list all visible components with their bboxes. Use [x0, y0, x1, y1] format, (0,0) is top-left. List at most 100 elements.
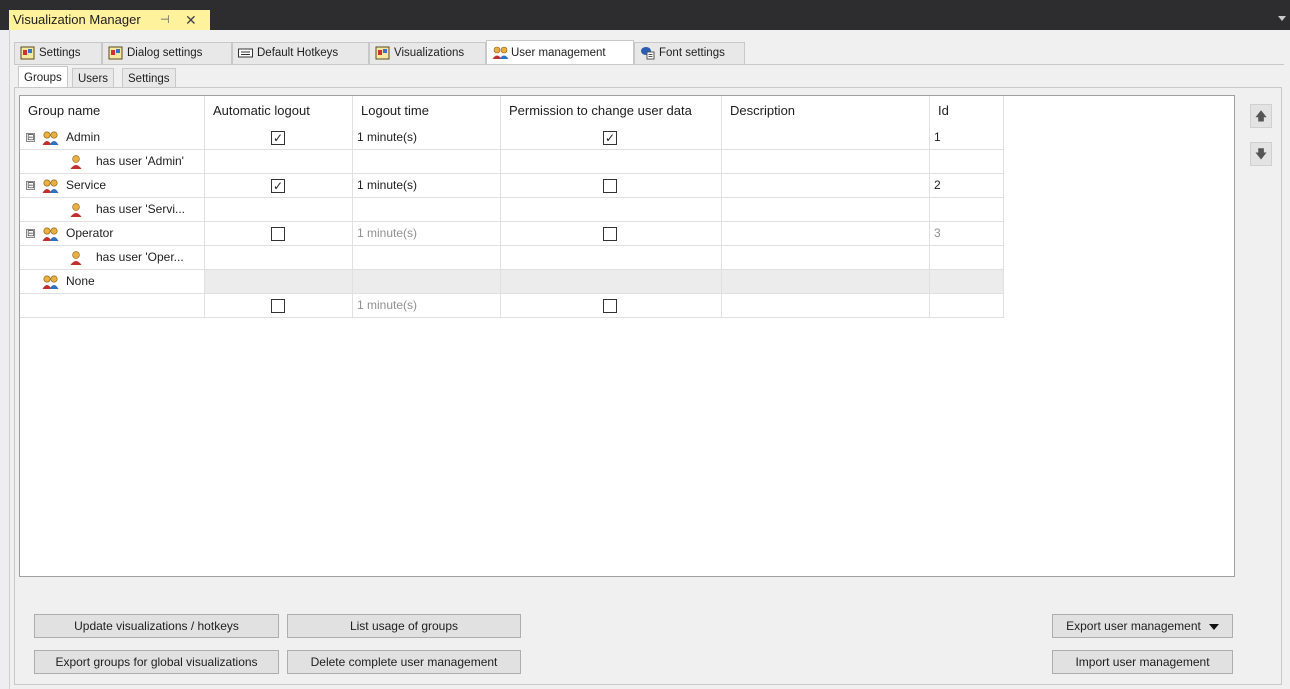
empty-cell: [205, 246, 353, 270]
empty-cell: [353, 270, 501, 294]
description-cell[interactable]: [722, 174, 930, 198]
tab-dialog-settings[interactable]: Dialog settings: [102, 42, 232, 64]
empty-cell: [501, 150, 722, 174]
logout-time-cell[interactable]: 1 minute(s): [353, 126, 501, 150]
empty-cell: [353, 198, 501, 222]
update-visualizations-button[interactable]: Update visualizations / hotkeys: [34, 614, 279, 638]
tab-user-management[interactable]: User management: [486, 40, 634, 64]
member-user-cell: has user 'Oper...: [20, 246, 205, 270]
collapse-icon[interactable]: ⊟: [26, 181, 35, 190]
description-cell[interactable]: [722, 222, 930, 246]
permission-cell: [501, 222, 722, 246]
automatic-logout-cell: ✓: [205, 174, 353, 198]
column-header-id[interactable]: Id: [930, 96, 1004, 126]
table-row-group-operator[interactable]: ⊟ Operator 1 minute(s) 3: [20, 222, 1004, 246]
group-name-cell[interactable]: ⊟ Operator: [20, 222, 205, 246]
logout-time-cell[interactable]: 1 minute(s): [353, 174, 501, 198]
table-row-new-group[interactable]: 1 minute(s): [20, 294, 1004, 318]
subtab-settings[interactable]: Settings: [122, 68, 176, 88]
column-header-permission[interactable]: Permission to change user data: [501, 96, 722, 126]
tab-settings[interactable]: Settings: [14, 42, 102, 64]
visualizations-icon: [375, 46, 390, 60]
empty-cell: [353, 246, 501, 270]
groups-table[interactable]: Group name Automatic logout Logout time …: [19, 95, 1235, 577]
group-name: Admin: [66, 130, 101, 144]
tab-font-settings[interactable]: Font settings: [634, 42, 745, 64]
automatic-logout-cell: [205, 294, 353, 318]
group-name-cell[interactable]: ⊟ Admin: [20, 126, 205, 150]
empty-cell: [722, 150, 930, 174]
subtab-users[interactable]: Users: [72, 68, 115, 88]
subtab-groups[interactable]: Groups: [18, 66, 68, 88]
user-group-icon: [42, 179, 59, 193]
tab-default-hotkeys[interactable]: Default Hotkeys: [232, 42, 369, 64]
member-user-label: has user 'Oper...: [96, 250, 184, 264]
pin-icon[interactable]: ⊣: [160, 10, 170, 30]
empty-cell: [205, 150, 353, 174]
empty-cell: [930, 246, 1004, 270]
tab-visualizations[interactable]: Visualizations: [369, 42, 486, 64]
empty-cell: [930, 150, 1004, 174]
tab-label: Visualizations: [394, 47, 465, 59]
move-up-button[interactable]: 🡅: [1250, 104, 1272, 128]
document-tab-title: Visualization Manager: [13, 12, 141, 27]
table-header: Group name Automatic logout Logout time …: [20, 96, 1004, 126]
table-row-group-service[interactable]: ⊟ Service ✓ 1 minute(s) 2: [20, 174, 1004, 198]
table-row-user[interactable]: has user 'Oper...: [20, 246, 1004, 270]
logout-time-cell[interactable]: 1 minute(s): [353, 294, 501, 318]
tab-strip-baseline: [14, 64, 1284, 65]
automatic-logout-checkbox[interactable]: ✓: [271, 179, 285, 193]
permission-cell: [501, 174, 722, 198]
automatic-logout-checkbox[interactable]: ✓: [271, 131, 285, 145]
group-name-cell[interactable]: None: [20, 270, 205, 294]
window-menu-dropdown-icon[interactable]: [1278, 16, 1286, 21]
table-row-user[interactable]: has user 'Admin': [20, 150, 1004, 174]
empty-cell: [353, 150, 501, 174]
table-row-group-none[interactable]: None: [20, 270, 1004, 294]
collapse-icon[interactable]: ⊟: [26, 229, 35, 238]
export-groups-button[interactable]: Export groups for global visualizations: [34, 650, 279, 674]
user-group-icon: [492, 46, 509, 59]
collapse-icon[interactable]: ⊟: [26, 133, 35, 142]
column-header-logout-time[interactable]: Logout time: [353, 96, 501, 126]
empty-cell: [722, 198, 930, 222]
document-tab-visualization-manager[interactable]: Visualization Manager ⊣ ✕: [9, 10, 210, 30]
export-user-management-label: Export user management: [1066, 619, 1201, 633]
column-header-automatic-logout[interactable]: Automatic logout: [205, 96, 353, 126]
column-header-group-name[interactable]: Group name: [20, 96, 205, 126]
delete-user-management-button[interactable]: Delete complete user management: [287, 650, 521, 674]
logout-time-cell[interactable]: 1 minute(s): [353, 222, 501, 246]
table-row-user[interactable]: has user 'Servi...: [20, 198, 1004, 222]
group-name: Service: [66, 178, 107, 192]
new-group-name-cell[interactable]: [20, 294, 205, 318]
member-user-cell: has user 'Admin': [20, 150, 205, 174]
group-name: Operator: [66, 226, 114, 240]
group-name-cell[interactable]: ⊟ Service: [20, 174, 205, 198]
description-cell[interactable]: [722, 126, 930, 150]
empty-cell: [501, 270, 722, 294]
export-user-management-button[interactable]: Export user management: [1052, 614, 1233, 638]
empty-cell: [501, 198, 722, 222]
permission-checkbox[interactable]: [603, 299, 617, 313]
empty-cell: [722, 246, 930, 270]
permission-checkbox[interactable]: ✓: [603, 131, 617, 145]
keyboard-icon: [238, 48, 253, 58]
move-down-button[interactable]: 🡇: [1250, 142, 1272, 166]
tab-label: Dialog settings: [127, 47, 203, 59]
automatic-logout-checkbox[interactable]: [271, 227, 285, 241]
arrow-down-icon: 🡇: [1254, 147, 1268, 161]
table-row-group-admin[interactable]: ⊟ Admin ✓ 1 minute(s) ✓ 1: [20, 126, 1004, 150]
user-group-icon: [42, 275, 59, 289]
column-header-description[interactable]: Description: [722, 96, 930, 126]
permission-checkbox[interactable]: [603, 179, 617, 193]
automatic-logout-checkbox[interactable]: [271, 299, 285, 313]
list-usage-button[interactable]: List usage of groups: [287, 614, 521, 638]
close-icon[interactable]: ✕: [185, 10, 197, 30]
permission-checkbox[interactable]: [603, 227, 617, 241]
document-titlebar: Visualization Manager ⊣ ✕: [0, 0, 1290, 30]
dropdown-caret-icon: [1208, 623, 1219, 630]
user-group-icon: [42, 131, 59, 145]
user-icon: [70, 251, 82, 265]
description-cell[interactable]: [722, 294, 930, 318]
import-user-management-button[interactable]: Import user management: [1052, 650, 1233, 674]
